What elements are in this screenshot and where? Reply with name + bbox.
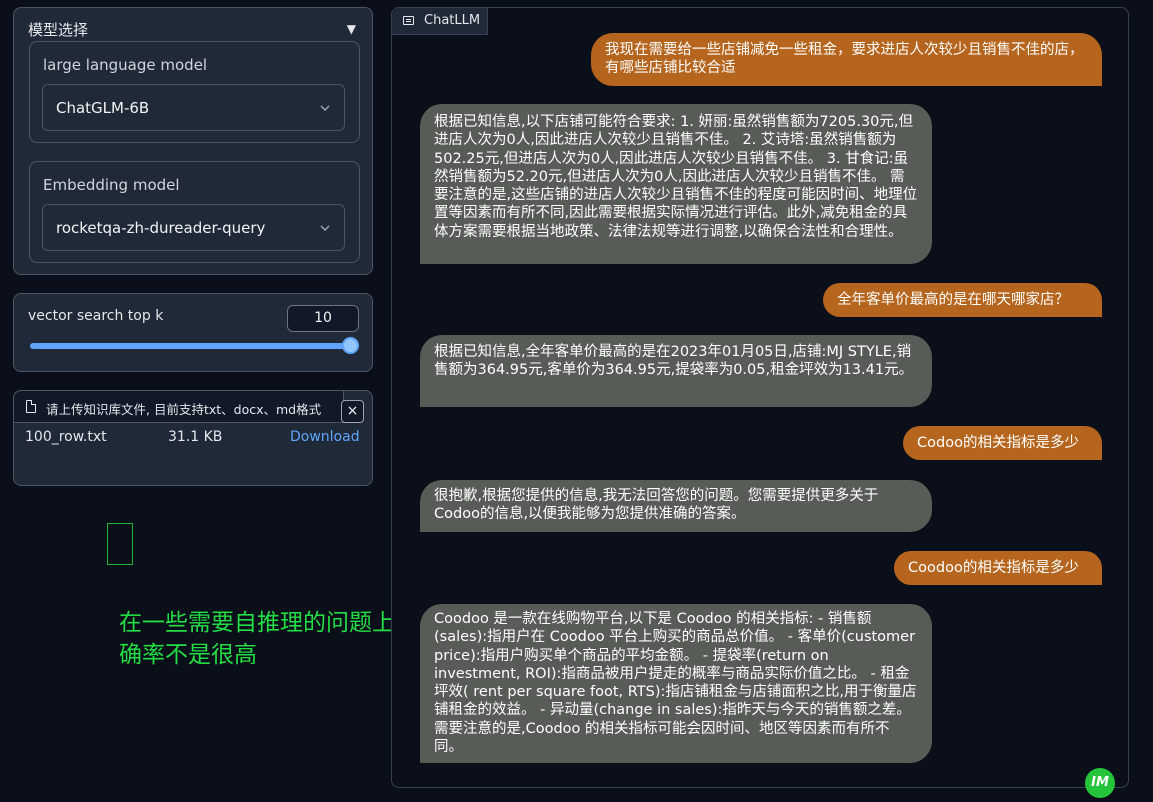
- llm-selected-value: ChatGLM-6B: [56, 99, 150, 117]
- file-size: 31.1 KB: [168, 429, 223, 445]
- model-select-accordion[interactable]: 模型选择 ▼ large language model ChatGLM-6B E…: [13, 7, 373, 275]
- embedding-label: Embedding model: [43, 176, 180, 194]
- user-message: Coodoo的相关指标是多少: [894, 551, 1102, 585]
- topk-slider-track[interactable]: [30, 343, 350, 349]
- close-button[interactable]: ×: [341, 400, 364, 423]
- watermark-logo: IM: [1085, 768, 1115, 798]
- user-message: Codoo的相关指标是多少: [903, 426, 1102, 460]
- bot-message: 很抱歉,根据您提供的信息,我无法回答您的问题。您需要提供更多关于Codoo的信息…: [420, 480, 932, 532]
- upload-hint: 请上传知识库文件, 目前支持txt、docx、md格式: [46, 402, 322, 417]
- chevron-down-icon: [320, 225, 330, 232]
- annotation-box: [107, 523, 133, 565]
- user-message: 全年客单价最高的是在哪天哪家店？: [823, 283, 1102, 317]
- file-icon: [26, 400, 36, 413]
- user-message: 我现在需要给一些店铺减免一些租金，要求进店人次较少且销售不佳的店，有哪些店铺比较…: [591, 33, 1102, 86]
- bot-message: Coodoo 是一款在线购物平台,以下是 Coodoo 的相关指标: - 销售额…: [420, 604, 932, 763]
- file-upload-panel: 请上传知识库文件, 目前支持txt、docx、md格式 × 100_row.tx…: [13, 390, 373, 486]
- llm-dropdown[interactable]: ChatGLM-6B: [42, 84, 345, 131]
- download-link[interactable]: Download: [290, 429, 360, 445]
- topk-number-input[interactable]: 10: [287, 305, 359, 332]
- chevron-down-icon: [320, 105, 330, 112]
- topk-slider-group: vector search top k 10: [13, 293, 373, 372]
- embedding-dropdown[interactable]: rocketqa-zh-dureader-query: [42, 204, 345, 251]
- chatllm-tab[interactable]: ChatLLM: [392, 8, 488, 35]
- bot-message: 根据已知信息,全年客单价最高的是在2023年01月05日,店铺:MJ STYLE…: [420, 335, 932, 407]
- topk-label: vector search top k: [28, 308, 164, 324]
- embedding-select-group: Embedding model rocketqa-zh-dureader-que…: [29, 161, 360, 263]
- upload-header: 请上传知识库文件, 目前支持txt、docx、md格式: [14, 391, 344, 423]
- chat-icon: [403, 16, 414, 25]
- model-select-title: 模型选择: [28, 21, 89, 39]
- llm-label: large language model: [43, 56, 208, 74]
- collapse-arrow-icon[interactable]: ▼: [347, 22, 356, 36]
- chat-panel: ChatLLM 我现在需要给一些店铺减免一些租金，要求进店人次较少且销售不佳的店…: [391, 7, 1129, 788]
- annotation-text: 在一些需要自推理的问题上正确率不是很高: [119, 610, 418, 668]
- file-name: 100_row.txt: [25, 429, 107, 445]
- topk-slider-handle[interactable]: [342, 337, 359, 354]
- embedding-selected-value: rocketqa-zh-dureader-query: [56, 219, 266, 237]
- chatllm-tab-label: ChatLLM: [424, 13, 481, 28]
- llm-select-group: large language model ChatGLM-6B: [29, 41, 360, 143]
- bot-message: 根据已知信息,以下店铺可能符合要求: 1. 妍丽:虽然销售额为7205.30元,…: [420, 104, 932, 264]
